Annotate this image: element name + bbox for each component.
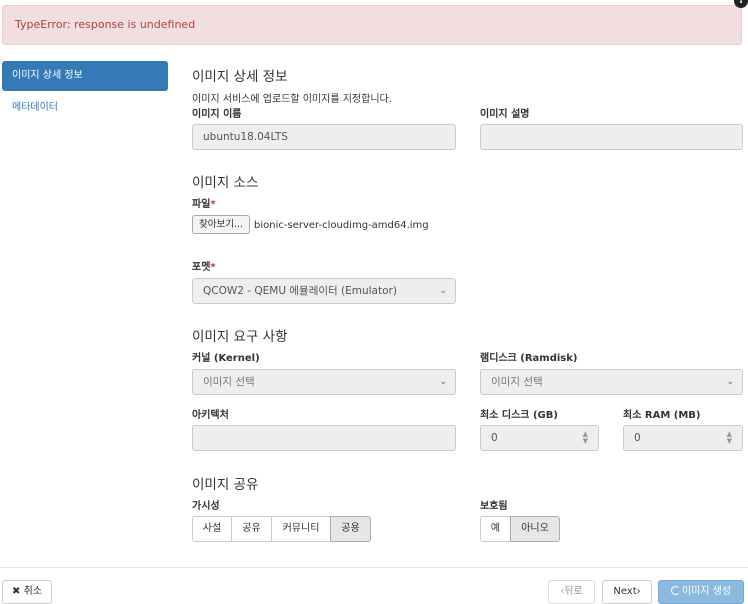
browse-button[interactable]: 찾아보기... bbox=[192, 215, 250, 234]
min-disk-label: 최소 디스크 (GB) bbox=[480, 410, 558, 421]
image-name-input[interactable]: ubuntu18.04LTS bbox=[192, 124, 456, 150]
image-description-input[interactable] bbox=[480, 124, 743, 150]
protected-toggle-group: 예 아니오 bbox=[480, 516, 560, 542]
ramdisk-select-value: 이미지 선택 bbox=[491, 376, 543, 388]
protected-no-button[interactable]: 아니오 bbox=[510, 516, 560, 542]
min-ram-label: 최소 RAM (MB) bbox=[623, 410, 701, 421]
error-alert: TypeError: response is undefined bbox=[2, 5, 742, 45]
create-image-button[interactable]: 이미지 생성 bbox=[658, 580, 744, 604]
file-label: 파일* bbox=[192, 195, 216, 210]
back-button[interactable]: ‹뒤로 bbox=[548, 580, 595, 604]
min-disk-value: 0 bbox=[491, 432, 498, 444]
sidebar-item-label: 메타데이터 bbox=[12, 102, 58, 113]
spinner-arrows-icon[interactable]: ▲ ▼ bbox=[727, 431, 732, 445]
visibility-community-button[interactable]: 커뮤니티 bbox=[271, 516, 331, 542]
required-marker: * bbox=[210, 262, 216, 273]
chevron-down-icon: ⌄ bbox=[439, 377, 447, 387]
info-icon[interactable]: ! bbox=[734, 0, 748, 8]
format-select-value: QCOW2 - QEMU 에뮬레이터 (Emulator) bbox=[203, 285, 397, 297]
create-image-button-label: 이미지 생성 bbox=[681, 586, 732, 597]
selected-file-name: bionic-server-cloudimg-amd64.img bbox=[254, 220, 429, 231]
architecture-label: 아키텍처 bbox=[192, 410, 229, 421]
next-button[interactable]: Next› bbox=[602, 580, 652, 604]
image-name-value: ubuntu18.04LTS bbox=[203, 131, 288, 143]
min-disk-input[interactable]: 0 ▲ ▼ bbox=[480, 425, 599, 451]
min-ram-input[interactable]: 0 ▲ ▼ bbox=[623, 425, 743, 451]
min-ram-value: 0 bbox=[634, 432, 641, 444]
visibility-label: 가시성 bbox=[192, 501, 220, 512]
format-label-text: 포멧 bbox=[192, 262, 211, 273]
sidebar-item-metadata[interactable]: 메타데이터 bbox=[2, 93, 168, 123]
close-icon: ✖ bbox=[12, 586, 21, 597]
ramdisk-select[interactable]: 이미지 선택 ⌄ bbox=[480, 369, 743, 395]
section-title-details: 이미지 상세 정보 bbox=[192, 69, 288, 85]
ramdisk-label: 램디스크 (Ramdisk) bbox=[480, 353, 578, 364]
required-marker: * bbox=[210, 199, 216, 210]
next-button-label: Next bbox=[613, 586, 637, 597]
cancel-button[interactable]: ✖ 취소 bbox=[2, 580, 52, 604]
protected-yes-button[interactable]: 예 bbox=[480, 516, 511, 542]
image-description-label: 이미지 설명 bbox=[480, 109, 530, 120]
sidebar-item-label: 이미지 상세 정보 bbox=[12, 70, 83, 81]
loading-spinner-icon bbox=[670, 586, 680, 595]
footer-divider bbox=[0, 567, 748, 568]
back-button-label: 뒤로 bbox=[564, 586, 583, 597]
section-title-source: 이미지 소스 bbox=[192, 175, 259, 191]
visibility-private-button[interactable]: 사설 bbox=[192, 516, 232, 542]
chevron-right-icon: › bbox=[636, 586, 641, 597]
error-alert-text: TypeError: response is undefined bbox=[15, 18, 196, 31]
spinner-arrows-icon[interactable]: ▲ ▼ bbox=[583, 431, 588, 445]
format-label: 포멧* bbox=[192, 258, 216, 273]
chevron-down-icon: ⌄ bbox=[726, 377, 734, 387]
file-label-text: 파일 bbox=[192, 199, 211, 210]
kernel-label: 커널 (Kernel) bbox=[192, 353, 260, 364]
format-select[interactable]: QCOW2 - QEMU 에뮬레이터 (Emulator) ⌄ bbox=[192, 278, 456, 304]
details-help-text: 이미지 서비스에 업로드할 이미지를 지정합니다. bbox=[192, 94, 392, 105]
protected-label: 보호됨 bbox=[480, 501, 508, 512]
visibility-shared-button[interactable]: 공유 bbox=[231, 516, 272, 542]
visibility-toggle-group: 사설 공유 커뮤니티 공용 bbox=[192, 516, 371, 542]
chevron-down-icon: ⌄ bbox=[439, 286, 447, 296]
sidebar-item-image-details[interactable]: 이미지 상세 정보 bbox=[2, 61, 168, 91]
kernel-select[interactable]: 이미지 선택 ⌄ bbox=[192, 369, 456, 395]
architecture-input[interactable] bbox=[192, 425, 456, 451]
visibility-public-button[interactable]: 공용 bbox=[330, 516, 371, 542]
cancel-button-label: 취소 bbox=[23, 586, 42, 597]
image-name-label: 이미지 이름 bbox=[192, 109, 242, 120]
kernel-select-value: 이미지 선택 bbox=[203, 376, 255, 388]
section-title-requirements: 이미지 요구 사항 bbox=[192, 329, 288, 345]
section-title-sharing: 이미지 공유 bbox=[192, 477, 259, 493]
